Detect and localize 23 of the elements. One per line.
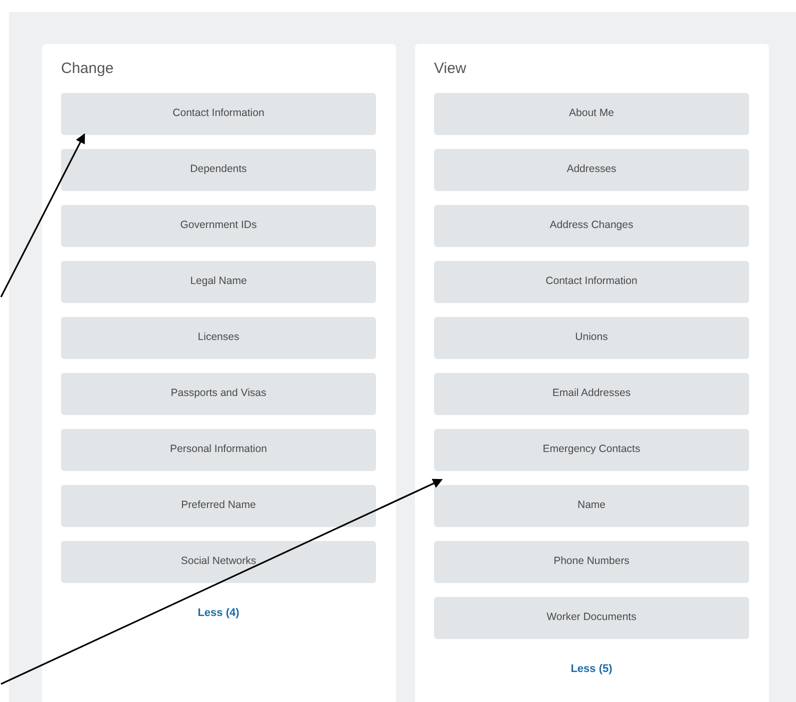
action-button[interactable]: About Me (434, 93, 749, 135)
action-button[interactable]: Phone Numbers (434, 541, 749, 583)
action-button[interactable]: Licenses (61, 317, 376, 359)
action-button[interactable]: Personal Information (61, 429, 376, 471)
action-button[interactable]: Address Changes (434, 205, 749, 247)
action-button[interactable]: Contact Information (61, 93, 376, 135)
action-button[interactable]: Addresses (434, 149, 749, 191)
panel-heading: View (434, 59, 468, 79)
action-button[interactable]: Unions (434, 317, 749, 359)
action-button[interactable]: Contact Information (434, 261, 749, 303)
action-button[interactable]: Name (434, 485, 749, 527)
action-button[interactable]: Dependents (61, 149, 376, 191)
action-button[interactable]: Legal Name (61, 261, 376, 303)
action-button[interactable]: Preferred Name (61, 485, 376, 527)
action-button[interactable]: Worker Documents (434, 597, 749, 639)
action-button[interactable]: Social Networks (61, 541, 376, 583)
less-link[interactable]: Less (4) (198, 605, 240, 622)
action-button[interactable]: Passports and Visas (61, 373, 376, 415)
action-button[interactable]: Government IDs (61, 205, 376, 247)
panel-heading: Change (61, 59, 115, 79)
less-link[interactable]: Less (5) (570, 661, 612, 678)
action-button[interactable]: Email Addresses (434, 373, 749, 415)
action-button[interactable]: Emergency Contacts (434, 429, 749, 471)
